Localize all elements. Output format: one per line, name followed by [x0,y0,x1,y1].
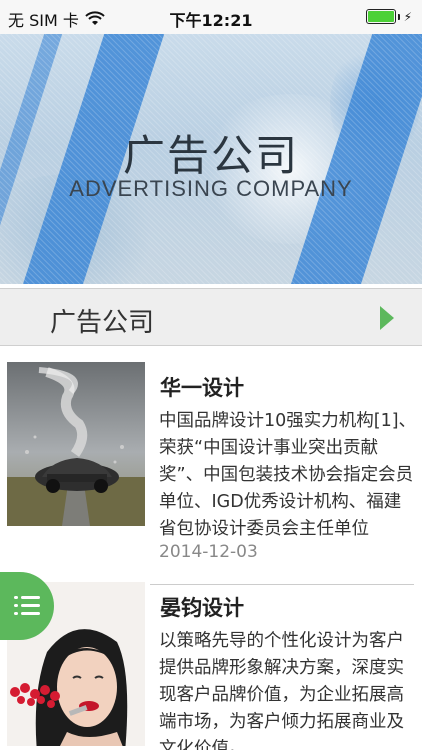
status-bar: 无 SIM 卡 下午12:21 ⚡ [0,0,422,34]
news-description: 中国品牌设计10强实力机构[1]、荣获“中国设计事业突出贡献奖”、中国包装技术协… [159,411,417,539]
category-header[interactable]: 广告公司 [0,288,422,346]
category-label: 广告公司 [50,308,155,338]
chevron-right-icon[interactable] [380,306,394,330]
news-description: 以策略先导的个性化设计为客户提供品牌形象解决方案，深度实现客户品牌价值，为企业拓… [159,631,404,750]
list-item[interactable]: 华一设计 中国品牌设计10强实力机构[1]、荣获“中国设计事业突出贡献奖”、中国… [0,362,422,585]
menu-list-icon [14,593,40,619]
hero-banner[interactable]: 广告公司 ADVERTISING COMPANY [0,34,422,284]
status-time: 下午12:21 [169,11,253,30]
banner-subtitle: ADVERTISING COMPANY [69,176,353,201]
sports-car-tornado-image [7,362,145,526]
charging-bolt-icon: ⚡ [403,9,412,24]
list-item[interactable]: 晏钧设计 以策略先导的个性化设计为客户提供品牌形象解决方案，深度实现客户品牌价值… [0,582,422,750]
news-title: 晏钧设计 [160,596,244,620]
news-date: 2014-12-03 [159,542,258,562]
battery-icon: ⚡ [365,9,412,24]
banner-title: 广告公司 [122,131,299,180]
news-title: 华一设计 [160,376,244,400]
